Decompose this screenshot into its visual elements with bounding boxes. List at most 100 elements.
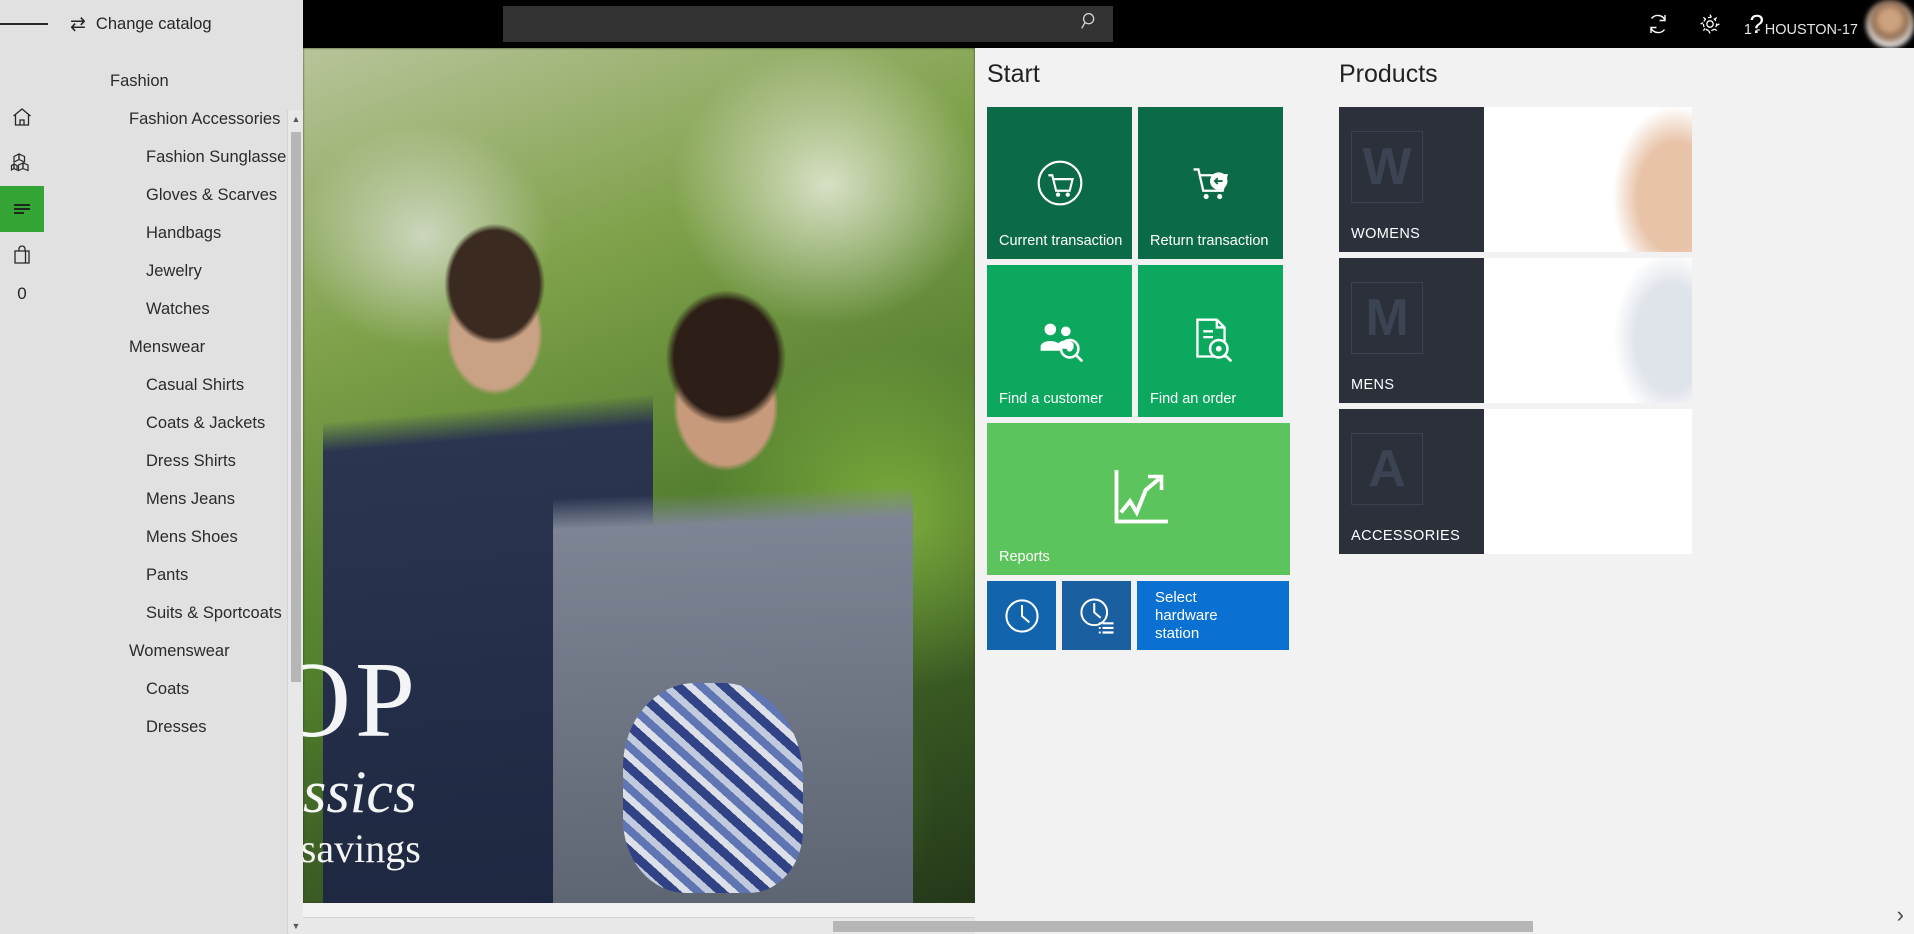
tile-reports[interactable]: Reports bbox=[987, 423, 1290, 575]
left-navigation-panel: ⇄ Change catalog 0 Fashion Fashion Acces… bbox=[0, 0, 303, 934]
hamburger-bar bbox=[0, 23, 16, 25]
catalog-item-3[interactable]: Gloves & Scarves bbox=[44, 176, 303, 214]
catalog-item-1[interactable]: Fashion Accessories bbox=[44, 100, 303, 138]
refresh-icon bbox=[1649, 14, 1666, 34]
tile-label: Reports bbox=[999, 548, 1050, 565]
product-photo bbox=[1484, 107, 1692, 252]
tile-current-transaction[interactable]: Current transaction bbox=[987, 107, 1132, 259]
banner-scarf bbox=[623, 683, 803, 893]
nav-body: 0 Fashion Fashion Accessories Fashion Su… bbox=[0, 48, 303, 934]
shopping-bag-icon bbox=[14, 245, 30, 264]
top-bar: ? 1 - HOUSTON-17 bbox=[303, 0, 1914, 48]
catalog-item-0[interactable]: Fashion bbox=[44, 62, 303, 100]
customers-search-icon bbox=[1040, 323, 1083, 363]
tile-time-clock[interactable] bbox=[987, 581, 1056, 650]
products-panel: Products W WOMENS M MENS A ACCESSORIES bbox=[1315, 48, 1914, 934]
clock-icon bbox=[1004, 598, 1039, 633]
cart-circle-icon bbox=[1037, 160, 1082, 206]
icon-rail: 0 bbox=[0, 48, 44, 934]
settings-button[interactable] bbox=[1698, 12, 1722, 36]
product-thumbnail: M MENS bbox=[1339, 258, 1484, 403]
products-list: W WOMENS M MENS A ACCESSORIES bbox=[1339, 107, 1914, 554]
catalog-item-17[interactable]: Dresses bbox=[44, 708, 303, 746]
product-category-accessories[interactable]: A ACCESSORIES bbox=[1339, 409, 1692, 554]
pos-app-window: ⇄ Change catalog 0 Fashion Fashion Acces… bbox=[0, 0, 1914, 934]
next-page-chevron-icon[interactable]: › bbox=[1897, 902, 1904, 928]
catalog-item-10[interactable]: Dress Shirts bbox=[44, 442, 303, 480]
tile-find-an-order[interactable]: Find an order bbox=[1138, 265, 1283, 417]
catalog-item-16[interactable]: Coats bbox=[44, 670, 303, 708]
catalog-scrollbar[interactable]: ▲ ▼ bbox=[287, 110, 303, 934]
search-input[interactable] bbox=[503, 6, 1113, 42]
catalog-item-2[interactable]: Fashion Sunglasses bbox=[44, 138, 303, 176]
catalog-item-8[interactable]: Casual Shirts bbox=[44, 366, 303, 404]
change-catalog-label: Change catalog bbox=[95, 14, 212, 33]
hamburger-bar bbox=[32, 23, 48, 25]
product-thumbnail: A ACCESSORIES bbox=[1339, 409, 1484, 554]
tile-view-time-entries[interactable] bbox=[1062, 581, 1131, 650]
tile-find-a-customer[interactable]: Find a customer bbox=[987, 265, 1132, 417]
tile-label: Find a customer bbox=[999, 390, 1103, 407]
tile-select-hardware-station[interactable]: Select hardware station bbox=[1137, 581, 1289, 650]
scroll-down-arrow-icon[interactable]: ▼ bbox=[288, 917, 304, 934]
list-icon bbox=[14, 204, 30, 214]
avatar[interactable] bbox=[1866, 0, 1914, 48]
tile-return-transaction[interactable]: Return transaction bbox=[1138, 107, 1283, 259]
catalog-item-5[interactable]: Jewelry bbox=[44, 252, 303, 290]
tile-label: Find an order bbox=[1150, 390, 1237, 407]
sidebar-item-cart[interactable] bbox=[0, 232, 44, 278]
catalog-tree[interactable]: Fashion Fashion Accessories Fashion Sung… bbox=[44, 48, 303, 934]
cart-count-badge: 0 bbox=[17, 284, 27, 303]
start-panel-title: Start bbox=[987, 60, 1040, 88]
boxes-icon bbox=[10, 153, 29, 172]
catalog-item-13[interactable]: Pants bbox=[44, 556, 303, 594]
sidebar-item-home[interactable] bbox=[0, 94, 44, 140]
product-category-mens[interactable]: M MENS bbox=[1339, 258, 1692, 403]
home-icon bbox=[13, 108, 31, 126]
product-placeholder-letter: W bbox=[1351, 131, 1423, 203]
catalog-item-9[interactable]: Coats & Jackets bbox=[44, 404, 303, 442]
product-placeholder-letter: M bbox=[1351, 282, 1423, 354]
catalog-item-7[interactable]: Menswear bbox=[44, 328, 303, 366]
catalog-item-14[interactable]: Suits & Sportcoats bbox=[44, 594, 303, 632]
sidebar-item-products[interactable] bbox=[0, 140, 44, 186]
product-category-womens[interactable]: W WOMENS bbox=[1339, 107, 1692, 252]
scroll-up-arrow-icon[interactable]: ▲ bbox=[288, 110, 304, 127]
tile-label: Current transaction bbox=[999, 232, 1123, 249]
tile-label: Return transaction bbox=[1150, 232, 1269, 249]
refresh-button[interactable] bbox=[1646, 12, 1670, 36]
start-tile-grid: Current transaction Return transaction F… bbox=[987, 107, 1297, 650]
product-category-label: WOMENS bbox=[1351, 226, 1421, 242]
hamburger-bar bbox=[16, 23, 32, 25]
clock-list-icon bbox=[1079, 597, 1113, 634]
catalog-item-12[interactable]: Mens Shoes bbox=[44, 518, 303, 556]
products-panel-title: Products bbox=[1339, 60, 1438, 88]
user-name bbox=[1744, 4, 1858, 22]
menu-toggle-button[interactable] bbox=[0, 0, 48, 48]
catalog-item-15[interactable]: Womenswear bbox=[44, 632, 303, 670]
search-icon bbox=[1079, 10, 1101, 38]
product-thumbnail: W WOMENS bbox=[1339, 107, 1484, 252]
catalog-item-6[interactable]: Watches bbox=[44, 290, 303, 328]
tile-label: Select hardware station bbox=[1155, 588, 1218, 642]
product-category-label: ACCESSORIES bbox=[1351, 528, 1461, 544]
change-catalog-button[interactable]: ⇄ Change catalog bbox=[70, 15, 212, 34]
store-register-label: 1 - HOUSTON-17 bbox=[1743, 22, 1858, 38]
horizontal-scrollbar[interactable] bbox=[303, 917, 1533, 934]
sidebar-item-catalog[interactable] bbox=[0, 186, 44, 232]
user-info[interactable]: 1 - HOUSTON-17 bbox=[1744, 4, 1858, 39]
horizontal-scrollbar-thumb[interactable] bbox=[833, 921, 1533, 932]
gear-icon bbox=[1699, 14, 1720, 34]
scrollbar-thumb[interactable] bbox=[291, 132, 301, 682]
product-category-label: MENS bbox=[1351, 377, 1395, 393]
catalog-item-11[interactable]: Mens Jeans bbox=[44, 480, 303, 518]
cart-return-icon bbox=[1193, 168, 1228, 200]
swap-icon: ⇄ bbox=[70, 13, 86, 35]
start-panel: Start Current transaction Return transac… bbox=[975, 48, 1315, 934]
product-photo bbox=[1484, 409, 1692, 554]
chart-up-icon bbox=[1114, 470, 1168, 524]
catalog-item-4[interactable]: Handbags bbox=[44, 214, 303, 252]
product-placeholder-letter: A bbox=[1351, 433, 1423, 505]
product-photo bbox=[1484, 258, 1692, 403]
promo-banner-image[interactable]: OP assics e savings bbox=[303, 48, 975, 903]
